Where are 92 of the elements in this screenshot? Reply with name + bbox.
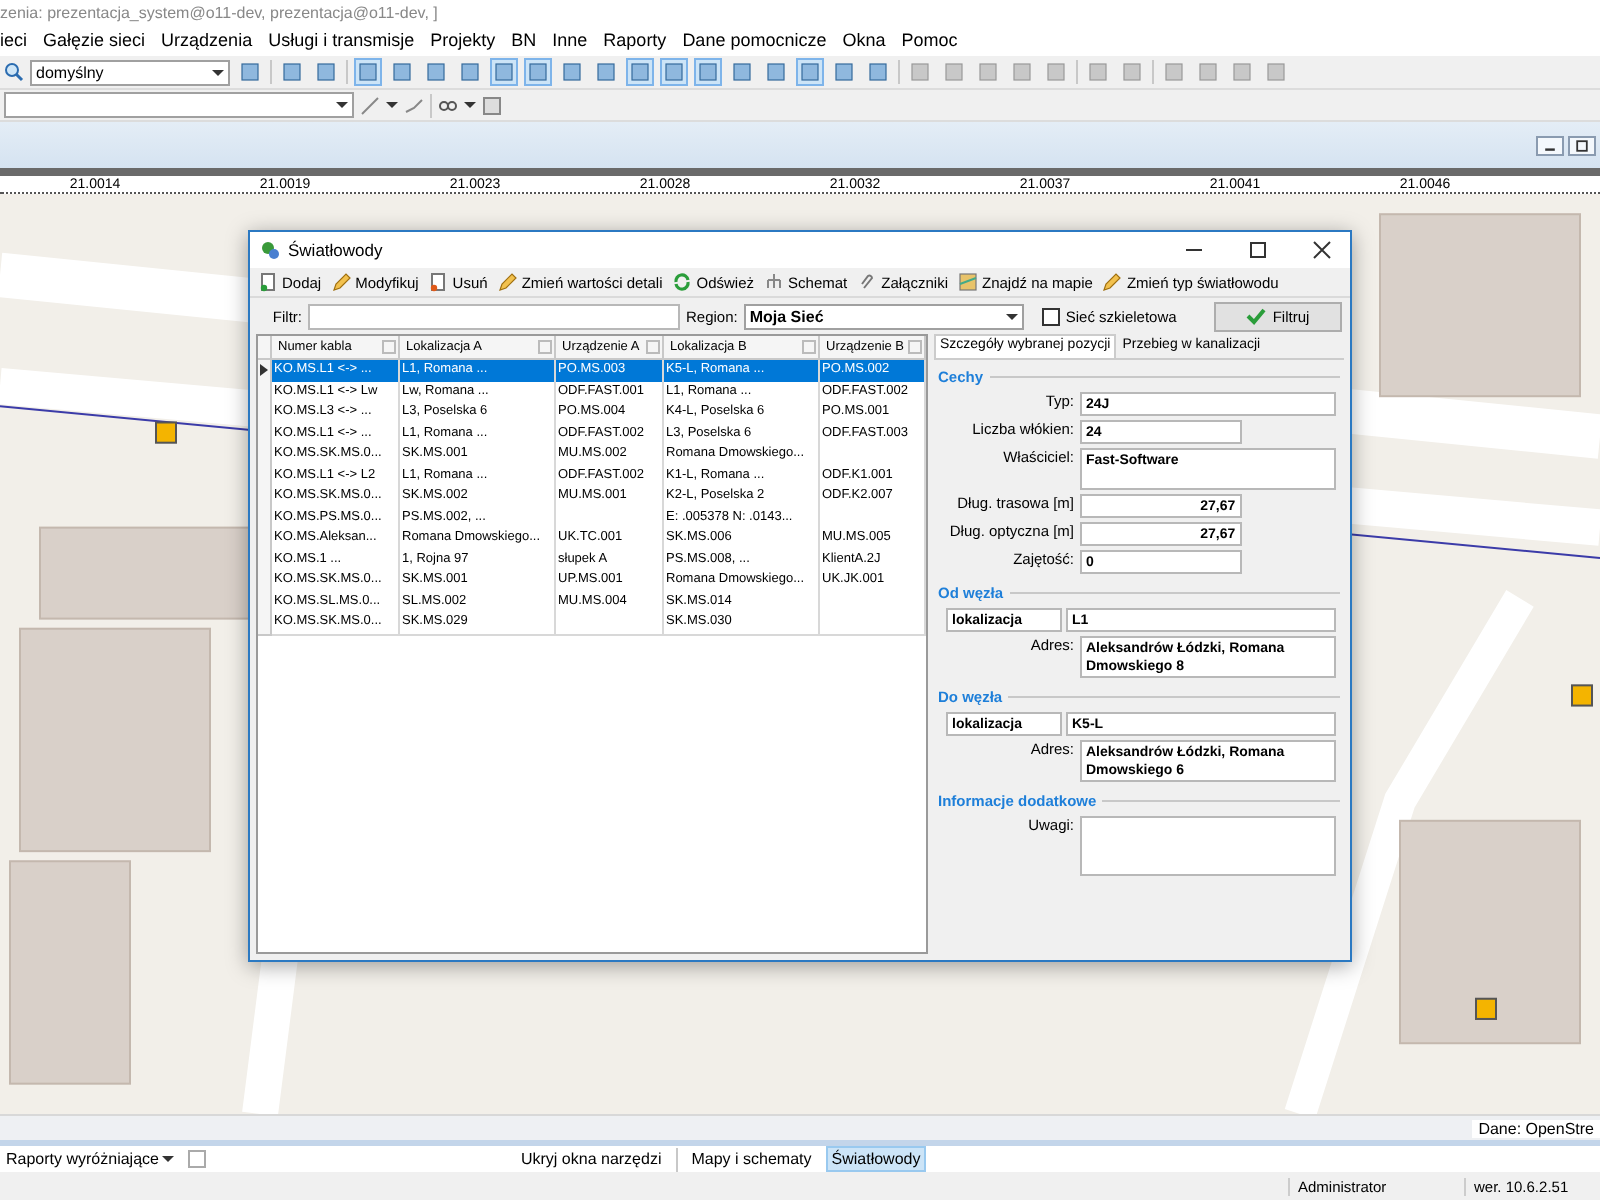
- caret-icon: [386, 102, 398, 108]
- toolbar-button[interactable]: [1008, 58, 1036, 86]
- toolbar-button[interactable]: [1042, 58, 1070, 86]
- document-icon: [428, 272, 449, 292]
- toolbar-button[interactable]: [422, 58, 450, 86]
- toolbar-button[interactable]: [312, 58, 340, 86]
- toolbar-button[interactable]: [1228, 58, 1256, 86]
- toolbar-button[interactable]: [1194, 58, 1222, 86]
- toolbar-button[interactable]: [236, 58, 264, 86]
- menu-item[interactable]: Gałęzie sieci: [43, 30, 146, 50]
- filter-dropdown-icon[interactable]: [802, 340, 816, 354]
- tab[interactable]: Światłowody: [825, 1146, 927, 1172]
- menu-item[interactable]: Projekty: [430, 30, 496, 50]
- toolbar-button[interactable]: [490, 58, 518, 86]
- window-title: zenia: prezentacja_system@o11-dev, prezentacja@o11-dev, ]: [0, 3, 438, 21]
- menu-item[interactable]: Raporty: [603, 30, 667, 50]
- toolbar-button[interactable]: [456, 58, 484, 86]
- caret-icon: [464, 102, 476, 108]
- restore-icon: [1576, 140, 1588, 152]
- toolbar-button[interactable]: [388, 58, 416, 86]
- toolbar-icon: [240, 62, 260, 82]
- caret-icon: [1005, 313, 1018, 319]
- checkbox[interactable]: [188, 1150, 207, 1168]
- line-icon: [404, 95, 424, 115]
- filter-field[interactable]: [308, 303, 680, 329]
- maximize-icon: [1248, 240, 1268, 260]
- link-icon: [438, 95, 458, 115]
- toolbar-button[interactable]: [694, 58, 722, 86]
- paperclip-icon: [857, 272, 878, 292]
- menu-item[interactable]: Pomoc: [901, 30, 958, 50]
- filter-dropdown-icon[interactable]: [646, 340, 660, 354]
- pencil-icon: [497, 272, 518, 292]
- toolbar-button[interactable]: [1084, 58, 1112, 86]
- caret-icon: [212, 69, 224, 75]
- hide-tools-button[interactable]: Ukryj okna narzędzi: [514, 1146, 668, 1172]
- node-marker[interactable]: [1571, 684, 1593, 707]
- toolbar-button[interactable]: [974, 58, 1002, 86]
- caret-icon: [162, 1156, 175, 1162]
- toolbar-button[interactable]: [1118, 58, 1146, 86]
- toolbar-button[interactable]: [1160, 58, 1188, 86]
- minimize-button[interactable]: [1536, 136, 1564, 156]
- toolbar-button[interactable]: [940, 58, 968, 86]
- pencil-icon: [331, 272, 352, 292]
- toolbar-button[interactable]: [278, 58, 306, 86]
- grid-icon: [482, 95, 502, 115]
- menu-item[interactable]: BN: [511, 30, 537, 50]
- table-cell: [556, 612, 664, 635]
- notes-field[interactable]: [1080, 816, 1336, 876]
- toolbar-button[interactable]: [1262, 58, 1290, 86]
- check-icon: [1246, 306, 1267, 326]
- document-icon: [258, 272, 278, 292]
- toolbar-button[interactable]: [592, 58, 620, 86]
- tree-icon: [764, 272, 785, 292]
- toolbar-button[interactable]: [864, 58, 892, 86]
- map-attribution: Dane: OpenStre: [1472, 1119, 1600, 1137]
- toolbar-button[interactable]: [558, 58, 586, 86]
- filter-dropdown-icon[interactable]: [538, 340, 552, 354]
- toolbar-button[interactable]: [796, 58, 824, 86]
- menu-item[interactable]: Usługi i transmisje: [268, 30, 415, 50]
- toolbar-button[interactable]: [660, 58, 688, 86]
- menu-item[interactable]: ieci: [0, 30, 28, 50]
- checkbox[interactable]: [1041, 307, 1060, 325]
- dialog-title: Światłowody: [288, 240, 385, 260]
- toolbar-button[interactable]: [354, 58, 382, 86]
- menu-item[interactable]: Dane pomocnicze: [682, 30, 827, 50]
- line-icon: [360, 95, 380, 115]
- toolbar-button[interactable]: [626, 58, 654, 86]
- profile-dropdown[interactable]: domyślny: [30, 59, 230, 85]
- menu-item[interactable]: Inne: [552, 30, 588, 50]
- reports-dropdown[interactable]: Raporty wyróżniające: [0, 1146, 181, 1172]
- pencil-icon: [1102, 272, 1123, 292]
- menu-item[interactable]: Urządzenia: [161, 30, 253, 50]
- cable-icon: [260, 240, 280, 260]
- toolbar-button[interactable]: [524, 58, 552, 86]
- toolbar-button[interactable]: [728, 58, 756, 86]
- node-marker[interactable]: [155, 421, 177, 444]
- node-marker[interactable]: [1475, 997, 1497, 1020]
- toolbar-button[interactable]: [906, 58, 934, 86]
- search-icon: [4, 62, 24, 82]
- filter-dropdown-icon[interactable]: [382, 340, 396, 354]
- toolbar-button[interactable]: [830, 58, 858, 86]
- menu-item[interactable]: Okna: [842, 30, 886, 50]
- toolbar-button[interactable]: [762, 58, 790, 86]
- map-icon: [957, 272, 978, 292]
- tab[interactable]: Mapy i schematy: [685, 1146, 818, 1172]
- filter-dropdown-icon[interactable]: [908, 340, 922, 354]
- refresh-icon: [672, 272, 693, 292]
- caret-icon: [336, 102, 348, 108]
- region-dropdown[interactable]: Moja Sieć: [743, 303, 1024, 329]
- close-icon: [1312, 240, 1332, 260]
- restore-button[interactable]: [1568, 136, 1596, 156]
- layer-dropdown[interactable]: [4, 92, 354, 118]
